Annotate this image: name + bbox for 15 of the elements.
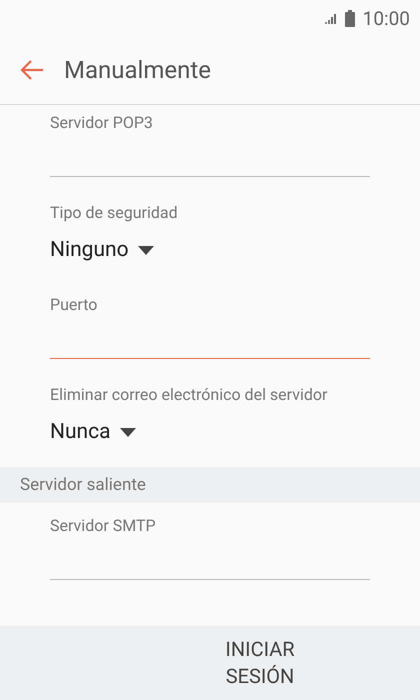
- signal-icon: [324, 12, 339, 24]
- back-arrow-icon[interactable]: [20, 60, 44, 80]
- caret-icon: [138, 246, 154, 254]
- section-header: Servidor saliente: [0, 467, 420, 503]
- dropdown[interactable]: Nunca: [50, 414, 136, 450]
- field-label: Tipo de seguridad: [50, 203, 178, 223]
- field-label: Servidor POP3: [50, 113, 153, 133]
- field-label: Eliminar correo electrónico del servidor: [50, 385, 328, 405]
- field-label: Servidor SMTP: [50, 516, 156, 536]
- dropdown[interactable]: Ninguno: [50, 232, 154, 268]
- field-label: Puerto: [50, 295, 98, 315]
- clock: 10:00: [362, 6, 410, 30]
- battery-icon: [344, 10, 355, 26]
- caret-icon: [120, 428, 136, 436]
- screen-title: Manualmente: [64, 56, 211, 84]
